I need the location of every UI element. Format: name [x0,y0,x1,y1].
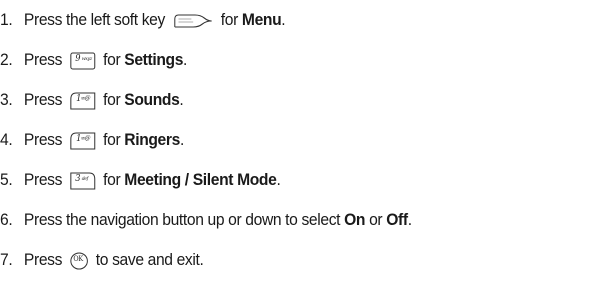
step-text: for [220,10,239,29]
list-item: 3. Press 1 ∞@ for Sounds. [0,85,184,115]
step-text: Press [23,170,63,189]
meeting-silent-mode-label: Meeting / Silent Mode [124,170,277,189]
step-punctuation: . [281,10,286,29]
step-punctuation: . [179,130,184,149]
step-text: for [103,50,121,69]
step-text: Press the navigation button up or down t… [23,210,341,229]
step-punctuation: . [407,210,412,229]
key-letters: ∞@ [80,134,91,142]
key-3-icon: 3 def [70,171,96,190]
step-text: for [103,170,121,189]
list-item: 5. Press 3 def for Meeting / Silent Mode. [0,165,281,195]
step-text: Press the left soft key [23,10,165,29]
ok-label: OK [73,254,83,263]
key-9-icon: 9 wxyz [70,51,96,70]
step-number: 7. [0,250,13,269]
step-text: or [369,210,383,229]
step-punctuation: . [183,50,188,69]
step-text: Press [23,50,63,69]
ok-key-icon: OK [70,251,88,270]
key-digit: 3 [75,173,81,184]
step-punctuation: . [179,90,184,109]
menu-label: Menu [241,10,282,29]
step-text: for [103,90,121,109]
step-text: Press [23,250,63,269]
step-text: Press [23,130,63,149]
on-label: On [344,210,366,229]
list-item: 1. Press the left soft key for Menu. [0,5,286,35]
settings-label: Settings [124,50,184,69]
step-number: 3. [0,90,13,109]
key-letters: def [81,175,89,182]
step-number: 1. [0,10,13,29]
sounds-label: Sounds [124,90,180,109]
step-punctuation: . [276,170,281,189]
list-item: 4. Press 1 ∞@ for Ringers. [0,125,184,155]
step-text: to save and exit. [95,250,204,269]
key-1-icon: 1 ∞@ [70,131,96,150]
step-text: Press [23,90,63,109]
step-number: 4. [0,130,13,149]
key-letters: wxyz [81,55,92,62]
list-item: 6. Press the navigation button up or down… [0,205,412,235]
step-text: for [103,130,121,149]
list-item: 7. Press OK to save and exit. [0,245,204,275]
ringers-label: Ringers [124,130,180,149]
step-number: 6. [0,210,13,229]
list-item: 2. Press 9 wxyz for Settings. [0,45,187,75]
step-number: 2. [0,50,13,69]
key-1-icon: 1 ∞@ [70,91,96,110]
key-letters: ∞@ [80,94,91,102]
soft-key-icon [173,13,213,29]
step-number: 5. [0,170,13,189]
off-label: Off [386,210,408,229]
key-digit: 9 [75,53,81,64]
